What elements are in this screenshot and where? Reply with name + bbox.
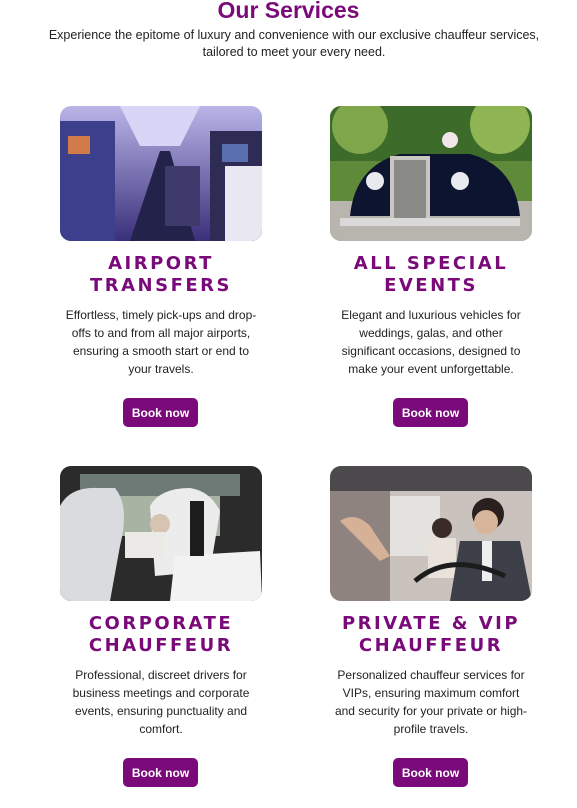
- service-title: PRIVATE & VIP CHAUFFEUR: [330, 613, 532, 657]
- book-now-button[interactable]: Book now: [123, 398, 198, 427]
- service-description: Elegant and luxurious vehicles for weddi…: [341, 308, 521, 376]
- service-title-line: EVENTS: [384, 275, 478, 296]
- driver-passenger-image: [330, 466, 532, 601]
- service-card-airport-transfers: AIRPORT TRANSFERS Effortless, timely pic…: [60, 106, 262, 427]
- service-description: Professional, discreet drivers for busin…: [72, 668, 250, 736]
- service-title-line: CHAUFFEUR: [88, 635, 234, 656]
- book-now-button[interactable]: Book now: [123, 758, 198, 787]
- service-title: ALL SPECIAL EVENTS: [330, 253, 532, 297]
- service-card-private-vip-chauffeur: PRIVATE & VIP CHAUFFEUR Personalized cha…: [330, 466, 532, 787]
- service-title-line: AIRPORT: [108, 253, 214, 274]
- service-title: AIRPORT TRANSFERS: [60, 253, 262, 297]
- service-title-line: CORPORATE: [88, 613, 234, 634]
- book-now-button[interactable]: Book now: [393, 398, 468, 427]
- car-interior-image: [60, 466, 262, 601]
- service-description: Personalized chauffeur services for VIPs…: [334, 668, 528, 736]
- service-description: Effortless, timely pick-ups and drop-off…: [65, 308, 257, 376]
- service-title-line: ALL SPECIAL: [353, 253, 509, 274]
- service-title-line: PRIVATE & VIP: [341, 613, 521, 634]
- service-card-special-events: ALL SPECIAL EVENTS Elegant and luxurious…: [330, 106, 532, 427]
- service-title-line: CHAUFFEUR: [358, 635, 504, 656]
- service-title-line: TRANSFERS: [89, 275, 232, 296]
- airplane-cabin-image: [60, 106, 262, 241]
- page-subtitle: Experience the epitome of luxury and con…: [48, 28, 540, 59]
- service-card-corporate-chauffeur: CORPORATE CHAUFFEUR Professional, discre…: [60, 466, 262, 787]
- book-now-button[interactable]: Book now: [393, 758, 468, 787]
- service-title: CORPORATE CHAUFFEUR: [60, 613, 262, 657]
- wedding-car-image: [330, 106, 532, 241]
- page-title: Our Services: [217, 0, 360, 23]
